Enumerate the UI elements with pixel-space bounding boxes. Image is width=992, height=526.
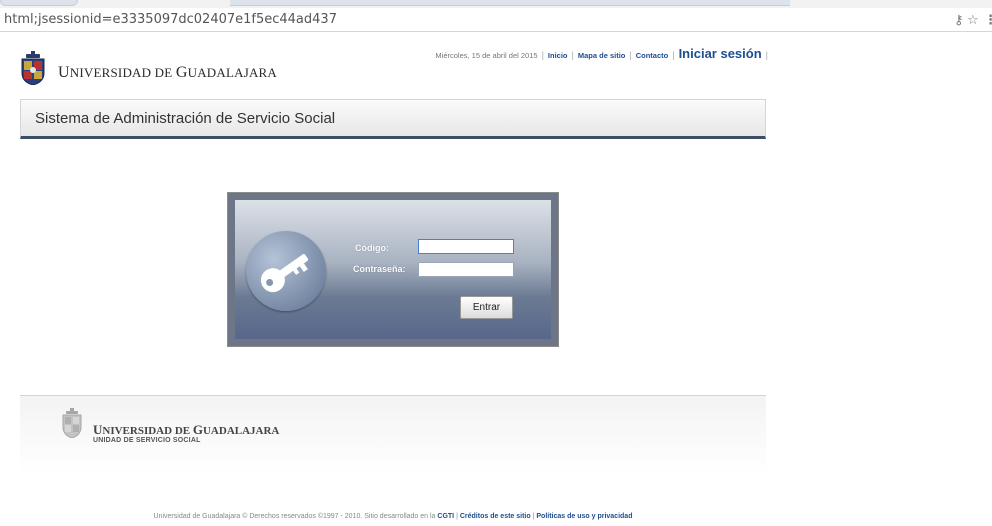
browser-tab-strip	[0, 0, 992, 8]
star-icon[interactable]: ☆	[967, 13, 979, 27]
iniciar-sesion-link[interactable]: Iniciar sesión	[679, 46, 762, 61]
page: html;jsessionid=e3335097dc02407e1f5ec44a…	[0, 0, 992, 526]
footer: UNIVERSIDAD DE GUADALAJARA UNIDAD DE SER…	[20, 395, 766, 526]
creditos-link[interactable]: Créditos de este sitio	[460, 513, 531, 520]
current-date: Miércoles, 15 de abril del 2015	[435, 51, 538, 60]
login-panel: Código: Contraseña: Entrar	[227, 192, 559, 347]
footer-university-name: UNIVERSIDAD DE GUADALAJARA	[93, 422, 280, 437]
codigo-input[interactable]	[418, 239, 514, 254]
entrar-button[interactable]: Entrar	[460, 296, 513, 319]
university-seal-icon	[62, 408, 82, 438]
university-seal-icon[interactable]	[20, 51, 46, 85]
menu-icon[interactable]: ⋮	[984, 13, 992, 27]
browser-tab-strip-background	[230, 0, 790, 6]
page-title: Sistema de Administración de Servicio So…	[35, 110, 336, 127]
key-icon	[260, 254, 308, 293]
footer-copyright: Universidad de Guadalajara © Derechos re…	[153, 513, 633, 520]
contacto-link[interactable]: Contacto	[636, 51, 669, 60]
url-text[interactable]: html;jsessionid=e3335097dc02407e1f5ec44a…	[4, 12, 337, 27]
top-navigation: Miércoles, 15 de abril del 2015 | Inicio…	[435, 46, 768, 61]
footer-unit-name: UNIDAD DE SERVICIO SOCIAL	[93, 437, 201, 444]
browser-tab[interactable]	[0, 0, 78, 6]
key-badge	[246, 231, 326, 311]
address-bar[interactable]: html;jsessionid=e3335097dc02407e1f5ec44a…	[0, 8, 992, 32]
inicio-link[interactable]: Inicio	[548, 51, 568, 60]
password-input[interactable]	[418, 262, 514, 277]
mapa-de-sitio-link[interactable]: Mapa de sitio	[578, 51, 626, 60]
university-name-logo[interactable]: UNIVERSIDAD DE GUADALAJARA	[58, 64, 277, 82]
politicas-link[interactable]: Políticas de uso y privacidad	[536, 513, 632, 520]
login-panel-inner: Código: Contraseña: Entrar	[235, 200, 551, 339]
system-title-bar: Sistema de Administración de Servicio So…	[20, 99, 766, 139]
codigo-label: Código:	[355, 243, 389, 253]
cgti-link[interactable]: CGTI	[437, 513, 454, 520]
password-label: Contraseña:	[353, 264, 406, 274]
key-icon[interactable]: ⚷	[954, 13, 964, 27]
